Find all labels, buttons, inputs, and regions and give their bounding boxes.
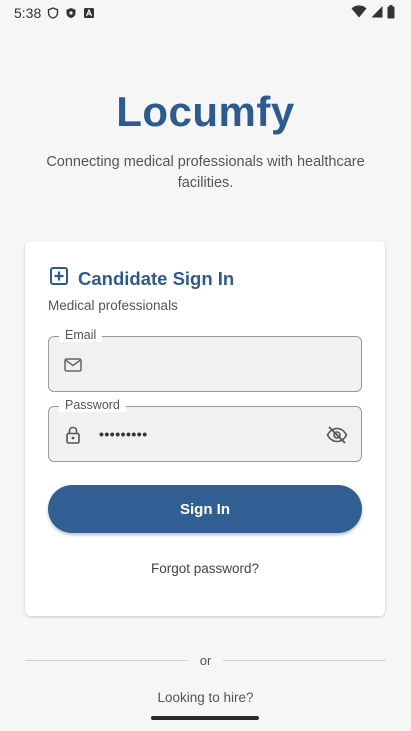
app-subtitle: Connecting medical professionals with he… — [46, 154, 365, 191]
card-header: Candidate Sign In — [50, 267, 234, 290]
password-input[interactable]: ••••••••• — [99, 407, 319, 461]
status-right — [351, 4, 395, 22]
shield-filled-icon — [65, 7, 77, 19]
app-title: Locumfy — [116, 88, 295, 135]
sign-in-button[interactable]: Sign In — [48, 485, 362, 533]
or-divider: or — [25, 650, 386, 670]
password-field[interactable]: Password ••••••••• — [48, 398, 362, 462]
cellular-icon — [371, 5, 383, 21]
email-label: Email — [59, 328, 103, 342]
add-box-icon — [50, 267, 68, 290]
divider-line-right — [223, 659, 386, 661]
visibility-off-icon[interactable] — [325, 423, 349, 447]
looking-to-hire-link[interactable]: Looking to hire? — [0, 690, 411, 705]
home-indicator[interactable] — [151, 716, 259, 720]
card-subtitle: Medical professionals — [48, 298, 178, 313]
lock-icon — [63, 425, 83, 445]
wifi-icon — [351, 5, 367, 21]
status-bar: 5:38 — [0, 0, 411, 26]
divider-line-left — [25, 659, 188, 661]
status-time: 5:38 — [14, 5, 42, 21]
shield-icon — [47, 7, 59, 19]
text-a-icon — [83, 7, 95, 19]
email-input[interactable] — [99, 337, 319, 391]
sign-in-card: Candidate Sign In Medical professionals … — [25, 241, 385, 616]
divider-text: or — [199, 652, 212, 668]
mail-icon — [63, 355, 83, 375]
card-title: Candidate Sign In — [78, 267, 235, 289]
forgot-password-link[interactable]: Forgot password? — [25, 561, 385, 576]
status-left: 5:38 — [14, 5, 95, 21]
email-field[interactable]: Email — [48, 328, 362, 392]
battery-icon — [387, 4, 395, 22]
